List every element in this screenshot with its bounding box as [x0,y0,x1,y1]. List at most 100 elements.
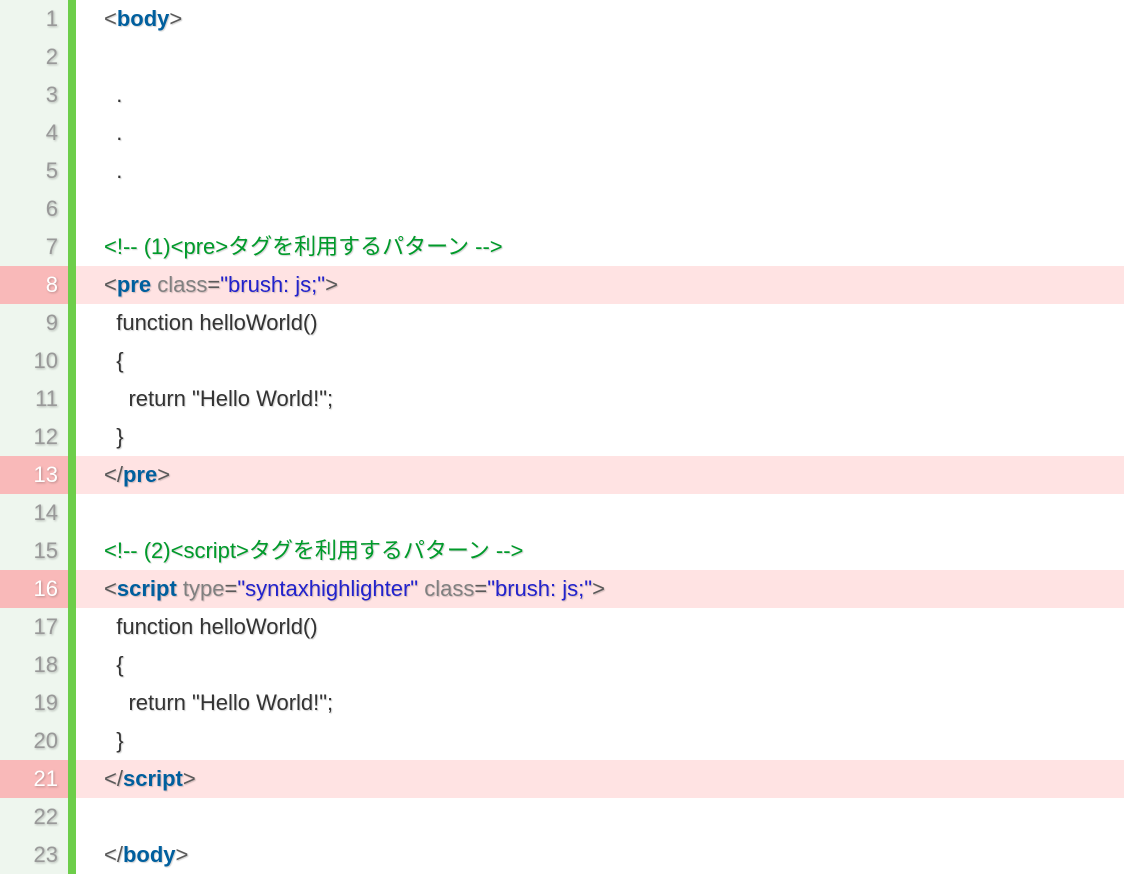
code-content: . [76,114,1124,152]
gutter-marker [68,0,76,38]
code-content: } [76,418,1124,456]
gutter-marker [68,608,76,646]
line-number: 15 [0,532,68,570]
code-line: 23</body> [0,836,1124,874]
line-number: 13 [0,456,68,494]
token-plain: function helloWorld() [104,310,318,335]
gutter-marker [68,646,76,684]
gutter-marker [68,798,76,836]
token-plain: } [104,424,124,449]
token-plain: . [104,158,122,183]
token-tagname: pre [123,462,157,487]
gutter-marker [68,684,76,722]
code-line: 19 return "Hello World!"; [0,684,1124,722]
code-line: 14 [0,494,1124,532]
code-line: 1<body> [0,0,1124,38]
line-number: 18 [0,646,68,684]
code-line: 3 . [0,76,1124,114]
token-plain: . [104,120,122,145]
gutter-marker [68,76,76,114]
code-line: 22 [0,798,1124,836]
token-plain: return "Hello World!"; [104,690,333,715]
gutter-marker [68,228,76,266]
token-punct: > [183,766,196,791]
code-content: <!-- (2)<script>タグを利用するパターン --> [76,532,1124,570]
code-content: <body> [76,0,1124,38]
code-line: 21</script> [0,760,1124,798]
line-number: 4 [0,114,68,152]
token-plain: return "Hello World!"; [104,386,333,411]
code-line: 13</pre> [0,456,1124,494]
token-tagname: pre [117,272,151,297]
line-number: 1 [0,0,68,38]
gutter-marker [68,532,76,570]
code-content: <pre class="brush: js;"> [76,266,1124,304]
line-number: 6 [0,190,68,228]
token-comment: <!-- (1)<pre>タグを利用するパターン --> [104,234,503,259]
token-tagname: body [117,6,170,31]
gutter-marker [68,190,76,228]
code-line: 11 return "Hello World!"; [0,380,1124,418]
code-content [76,494,1124,532]
gutter-marker [68,266,76,304]
token-string: "syntaxhighlighter" [237,576,418,601]
token-plain: } [104,728,124,753]
code-content: </script> [76,760,1124,798]
code-content: <script type="syntaxhighlighter" class="… [76,570,1124,608]
code-line: 2 [0,38,1124,76]
token-attr: type [183,576,225,601]
gutter-marker [68,418,76,456]
code-line: 15<!-- (2)<script>タグを利用するパターン --> [0,532,1124,570]
line-number: 3 [0,76,68,114]
gutter-marker [68,456,76,494]
token-plain: . [104,82,122,107]
code-content: return "Hello World!"; [76,380,1124,418]
token-punct: </ [104,766,123,791]
line-number: 16 [0,570,68,608]
code-content [76,38,1124,76]
line-number: 7 [0,228,68,266]
token-punct: < [104,272,117,297]
line-number: 11 [0,380,68,418]
code-line: 17 function helloWorld() [0,608,1124,646]
line-number: 14 [0,494,68,532]
gutter-marker [68,114,76,152]
token-plain: { [104,348,124,373]
gutter-marker [68,380,76,418]
token-punct: = [474,576,487,601]
line-number: 17 [0,608,68,646]
token-tagname: body [123,842,176,867]
line-number: 5 [0,152,68,190]
code-content: function helloWorld() [76,304,1124,342]
code-content: function helloWorld() [76,608,1124,646]
gutter-marker [68,570,76,608]
line-number: 8 [0,266,68,304]
code-content: } [76,722,1124,760]
code-line: 4 . [0,114,1124,152]
code-content: . [76,76,1124,114]
code-content: { [76,646,1124,684]
token-plain: function helloWorld() [104,614,318,639]
token-punct: = [225,576,238,601]
token-string: "brush: js;" [487,576,592,601]
code-content: <!-- (1)<pre>タグを利用するパターン --> [76,228,1124,266]
code-line: 7 <!-- (1)<pre>タグを利用するパターン --> [0,228,1124,266]
code-content: { [76,342,1124,380]
token-punct: > [169,6,182,31]
gutter-marker [68,38,76,76]
line-number: 12 [0,418,68,456]
token-attr: class [424,576,474,601]
token-punct: </ [104,842,123,867]
line-number: 23 [0,836,68,874]
gutter-marker [68,722,76,760]
token-punct: > [325,272,338,297]
token-punct: < [104,576,117,601]
code-line: 18 { [0,646,1124,684]
line-number: 2 [0,38,68,76]
code-line: 12 } [0,418,1124,456]
code-block: 1<body>23 .4 .5 .67<!-- (1)<pre>タグを利用するパ… [0,0,1124,874]
line-number: 22 [0,798,68,836]
token-tagname: script [117,576,177,601]
code-line: 9 function helloWorld() [0,304,1124,342]
gutter-marker [68,304,76,342]
